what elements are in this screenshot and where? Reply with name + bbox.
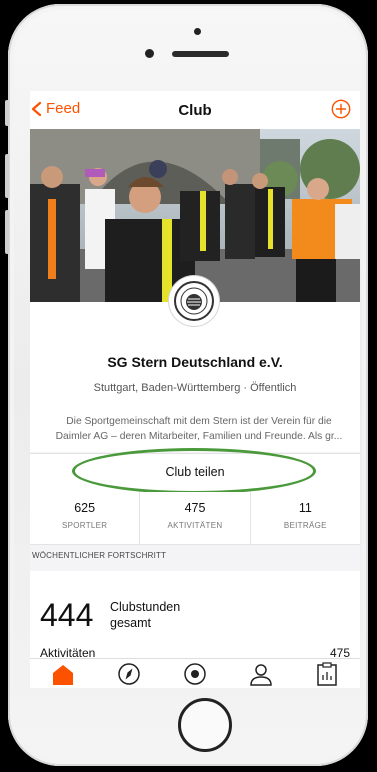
share-club-button[interactable]: Club teilen: [30, 465, 360, 479]
clipboard-icon: [317, 662, 337, 686]
tab-record[interactable]: [162, 659, 228, 688]
app-screen: Feed Club SG Stern Deutschland e.V. Stut…: [30, 91, 360, 688]
volume-down-button: [5, 210, 9, 254]
navigation-bar: Feed Club: [30, 91, 360, 130]
club-hours-label: Clubstunden gesamt: [110, 599, 180, 631]
page-title: Club: [178, 102, 212, 119]
club-stats: 625 SPORTLER 475 AKTIVITÄTEN 11 BEITRÄGE: [30, 492, 360, 545]
home-icon: [53, 665, 73, 685]
home-button[interactable]: [178, 698, 232, 752]
club-name: SG Stern Deutschland e.V.: [107, 354, 283, 370]
tab-home[interactable]: [30, 659, 96, 688]
stat-label: BEITRÄGE: [283, 521, 327, 530]
stat-value: 625: [74, 501, 96, 515]
club-description[interactable]: Die Sportgemeinschaft mit dem Stern ist …: [52, 414, 346, 444]
profile-icon: [250, 664, 272, 686]
stat-label: AKTIVITÄTEN: [167, 521, 223, 530]
club-hours-label-line2: gesamt: [110, 616, 151, 630]
record-icon: [184, 663, 206, 685]
add-icon[interactable]: [331, 99, 351, 119]
share-row: Club teilen: [30, 453, 360, 493]
front-camera: [194, 28, 201, 35]
stat-label: SPORTLER: [61, 521, 108, 530]
compass-icon: [118, 663, 140, 685]
stat-activities[interactable]: 475 AKTIVITÄTEN: [140, 492, 251, 544]
tab-training[interactable]: [294, 659, 360, 688]
stat-posts[interactable]: 11 BEITRÄGE: [251, 492, 360, 544]
club-hours-value: 444: [40, 597, 94, 633]
stat-value: 475: [184, 501, 206, 515]
mute-switch: [5, 100, 9, 126]
club-logo: [169, 276, 219, 326]
weekly-progress-header: WÖCHENTLICHER FORTSCHRITT: [32, 551, 167, 560]
tab-explore[interactable]: [96, 659, 162, 688]
proximity-sensor: [145, 49, 154, 58]
stat-athletes[interactable]: 625 SPORTLER: [30, 492, 141, 544]
club-location: Stuttgart, Baden-Württemberg · Öffentlic…: [93, 382, 297, 394]
club-logo-badge: [174, 281, 214, 321]
tab-bar: [30, 658, 360, 688]
tab-profile[interactable]: [228, 659, 294, 688]
earpiece-speaker: [172, 51, 229, 57]
volume-up-button: [5, 154, 9, 198]
club-hours-label-line1: Clubstunden: [110, 600, 181, 614]
stat-value: 11: [298, 501, 312, 515]
